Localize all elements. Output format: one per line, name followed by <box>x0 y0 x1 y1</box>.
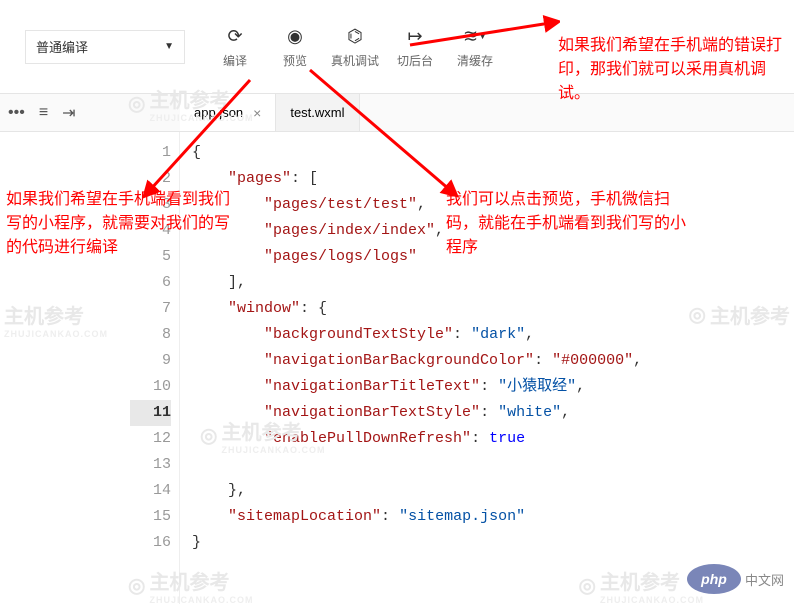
indent-icon[interactable]: ≡ <box>39 104 48 122</box>
tree-icon[interactable]: ⇥ <box>62 103 75 123</box>
compile-button[interactable]: ⟳ 编译 <box>205 20 265 74</box>
refresh-icon: ⟳ <box>227 24 242 48</box>
tab-test-wxml[interactable]: test.wxml <box>276 94 359 131</box>
php-logo-icon: php <box>687 564 741 594</box>
code-content: { "pages": [ "pages/test/test", "pages/i… <box>180 132 794 604</box>
preview-button[interactable]: ◉ 预览 <box>265 20 325 74</box>
chevron-down-icon: ▼ <box>164 41 174 52</box>
remote-debug-button[interactable]: ⌬ 真机调试 <box>325 20 385 74</box>
tab-label: test.wxml <box>290 105 344 120</box>
more-icon[interactable]: ••• <box>8 104 25 122</box>
toolbar: 普通编译 ▼ ⟳ 编译 ◉ 预览 ⌬ 真机调试 ↦ 切后台 ≋ ▼ 清缓存 <box>0 0 794 94</box>
tab-label: app.json <box>194 105 243 120</box>
clear-cache-button[interactable]: ≋ ▼ 清缓存 <box>445 20 505 74</box>
code-editor[interactable]: 12345678910111213141516 { "pages": [ "pa… <box>0 132 794 604</box>
eye-icon: ◉ <box>287 24 303 48</box>
php-watermark: php 中文网 <box>687 564 784 594</box>
tab-app-json[interactable]: app.json × <box>180 94 276 131</box>
tab-bar: ••• ≡ ⇥ app.json × test.wxml <box>0 94 794 132</box>
background-button[interactable]: ↦ 切后台 <box>385 20 445 74</box>
close-icon[interactable]: × <box>253 105 261 121</box>
compile-mode-dropdown[interactable]: 普通编译 ▼ <box>25 30 185 64</box>
compile-mode-label: 普通编译 <box>36 37 88 56</box>
stack-icon: ≋ ▼ <box>463 24 487 48</box>
switch-icon: ↦ <box>407 24 422 48</box>
line-gutter: 12345678910111213141516 <box>130 132 180 604</box>
bug-icon: ⌬ <box>347 24 363 48</box>
